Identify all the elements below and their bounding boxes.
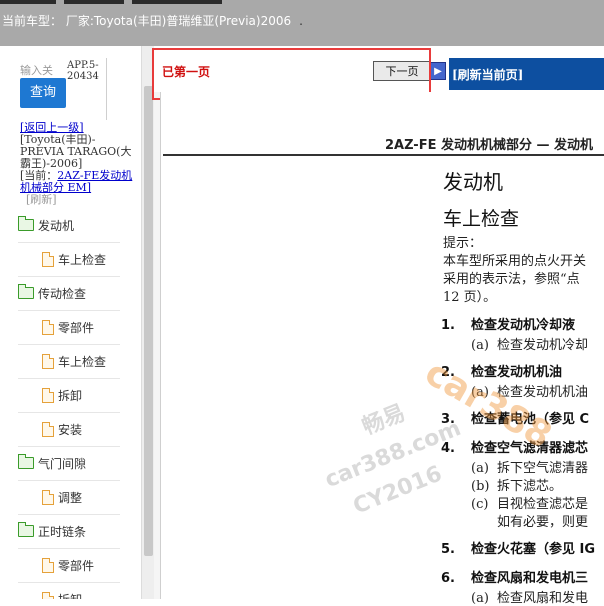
app-divider	[106, 58, 107, 120]
step-sub-item: (b) 拆下滤芯。	[471, 475, 562, 494]
hint-line: 本车型所采用的点火开关	[443, 254, 587, 269]
step-text: 检查发动机冷却液	[471, 318, 576, 333]
step-number: 5.	[441, 542, 455, 557]
sidebar-refresh-link[interactable]: [刷新]	[20, 194, 138, 206]
document-icon	[42, 251, 54, 267]
top-strip-right	[132, 0, 222, 4]
section-title: 发动机	[443, 170, 503, 194]
tree-doc-item[interactable]: 车上检查	[18, 344, 120, 379]
tree-item-label: 拆卸	[58, 591, 82, 600]
folder-open-icon	[18, 522, 34, 537]
sub-mark: (a)	[471, 461, 489, 476]
sub-text: 拆下滤芯。	[497, 479, 563, 494]
top-strip-middle	[64, 0, 124, 4]
tree-item-label: 车上检查	[58, 252, 107, 267]
document-icon	[42, 489, 54, 505]
sub-text: 检查发动机冷却	[497, 338, 589, 353]
step-text: 检查风扇和发电机三	[471, 571, 589, 586]
tree-item-label: 气门间隙	[38, 456, 87, 471]
step-sub-item: (a) 检查发动机冷却	[471, 334, 588, 353]
refresh-current-page-link[interactable]: [刷新当前页]	[452, 66, 523, 83]
step-sub-item: 如有必要，则更	[471, 511, 588, 530]
folder-open-icon	[18, 284, 34, 299]
document-icon	[42, 421, 54, 437]
folder-open-icon	[18, 216, 34, 231]
next-page-arrow-icon[interactable]: ▶	[430, 62, 446, 80]
sub-mark: (a)	[471, 338, 489, 353]
car-label-dot: .	[299, 14, 303, 28]
top-bar: 当前车型： 厂家:Toyota(丰田)普瑞维亚(Previa)2006.	[0, 0, 604, 46]
header-rule	[163, 154, 604, 156]
tree-doc-item[interactable]: 安装	[18, 412, 120, 447]
tree-item-label: 安装	[58, 422, 83, 437]
tree-item-label: 正时链条	[38, 524, 87, 539]
tree-item-label: 传动检查	[38, 286, 87, 301]
hint-line: 12 页）。	[443, 290, 497, 305]
document-icon	[42, 387, 54, 403]
step-heading: 6. 检查风扇和发电机三	[441, 567, 588, 586]
tree-doc-item[interactable]: 零部件	[18, 310, 120, 345]
folder-open-icon	[18, 454, 34, 469]
document-icon	[42, 557, 54, 573]
model-path: [Toyota(丰田)-PREVIA TARAGO(大霸王)-2006]	[20, 133, 132, 170]
document-icon	[42, 319, 54, 335]
step-heading: 1. 检查发动机冷却液	[441, 314, 575, 333]
sub-text: 拆下空气滤清器	[497, 461, 589, 476]
tree-doc-item[interactable]: 拆卸	[18, 582, 120, 599]
step-number: 1.	[441, 318, 455, 333]
step-sub-item: (a) 拆下空气滤清器	[471, 457, 588, 476]
document-page: 2AZ-FE 发动机机械部分 — 发动机 发动机 车上检查 提示： 本车型所采用…	[160, 92, 604, 606]
sub-mark: (b)	[471, 479, 490, 494]
tree-folder-item[interactable]: 正时链条	[18, 514, 120, 549]
document-icon	[42, 591, 54, 599]
tree-doc-item[interactable]: 零部件	[18, 548, 120, 583]
tree-doc-item[interactable]: 拆卸	[18, 378, 120, 413]
watermark: 畅易	[358, 400, 410, 441]
hint-line: 采用的表示法，参照“点	[443, 272, 580, 287]
tree-item-label: 发动机	[38, 218, 75, 233]
main-panel: 已第一页 下一页 ▶ [刷新当前页] 2AZ-FE 发动机机械部分 — 发动机 …	[152, 46, 604, 606]
sidebar-scrollbar[interactable]	[141, 46, 155, 599]
sub-text: 目视检查滤芯是	[497, 497, 589, 512]
tree-folder-item[interactable]: 传动检查	[18, 276, 120, 311]
hint-label: 提示：	[443, 236, 483, 251]
sidebar-scrollbar-thumb[interactable]	[144, 86, 153, 556]
car-label-text: 当前车型： 厂家:Toyota(丰田)普瑞维亚(Previa)2006	[2, 14, 292, 28]
search-input-label[interactable]: 输入关	[20, 62, 54, 78]
page-toolbar: 已第一页 下一页 ▶ [刷新当前页]	[152, 46, 604, 100]
sub-text: 如有必要，则更	[497, 515, 589, 530]
breadcrumb: [返回上一级] [Toyota(丰田)-PREVIA TARAGO(大霸王)-2…	[20, 122, 138, 206]
step-number: 6.	[441, 571, 455, 586]
tree-item-label: 拆卸	[58, 388, 83, 403]
sidebar: 输入关 查询 APP.5-20434 [返回上一级] [Toyota(丰田)-P…	[0, 46, 141, 599]
section-subtitle: 车上检查	[443, 208, 520, 230]
tree-item-label: 车上检查	[58, 354, 107, 369]
tree-folder-item[interactable]: 发动机	[18, 208, 120, 243]
step-sub-item: (c) 目视检查滤芯是	[471, 493, 588, 512]
tree-doc-item[interactable]: 调整	[18, 480, 120, 515]
app-version-text: APP.5-20434	[67, 60, 99, 82]
current-car-label: 当前车型： 厂家:Toyota(丰田)普瑞维亚(Previa)2006.	[2, 12, 303, 29]
top-strip-left	[0, 0, 56, 4]
query-button[interactable]: 查询	[20, 78, 66, 108]
tree-item-label: 零部件	[58, 558, 95, 573]
step-sub-item: (a) 检查风扇和发电	[471, 587, 588, 606]
page-header: 2AZ-FE 发动机机械部分 — 发动机	[385, 138, 594, 153]
tree-folder-item[interactable]: 气门间隙	[18, 446, 120, 481]
document-icon	[42, 353, 54, 369]
tree-doc-item[interactable]: 车上检查	[18, 242, 120, 277]
step-text: 检查火花塞（参见 IG	[471, 542, 596, 557]
tree-item-label: 零部件	[58, 320, 95, 335]
sub-mark: (c)	[471, 497, 489, 512]
tree-item-label: 调整	[58, 490, 83, 505]
step-heading: 5. 检查火花塞（参见 IG	[441, 538, 595, 557]
